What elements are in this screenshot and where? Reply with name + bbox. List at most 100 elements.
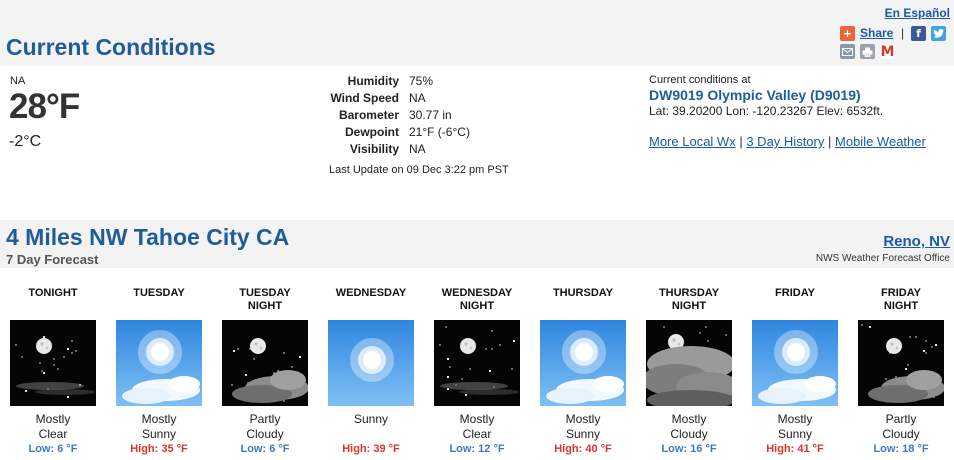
print-icon[interactable] — [860, 44, 875, 59]
period-temp: High: 40 °F — [554, 443, 612, 455]
period-temp: High: 39 °F — [342, 443, 400, 455]
night-partly-cloudy-icon[interactable] — [858, 320, 944, 406]
day-sunny-icon[interactable] — [328, 320, 414, 406]
period-name: THURSDAY NIGHT — [636, 287, 742, 313]
period-short-desc: Mostly Sunny — [106, 412, 212, 442]
night-clear-icon[interactable] — [10, 320, 96, 406]
detail-value: NA — [409, 142, 426, 156]
period-name-line2: NIGHT — [883, 300, 919, 312]
night-clear-icon[interactable] — [434, 320, 520, 406]
period-name: WEDNESDAY — [318, 287, 424, 300]
twitter-icon[interactable] — [931, 26, 946, 41]
period-temp: Low: 16 °F — [661, 443, 717, 455]
period-temp: Low: 6 °F — [240, 443, 290, 455]
detail-label: Visibility — [349, 142, 399, 156]
night-mostly-cloudy-icon[interactable] — [646, 320, 732, 406]
forecast-period: TONIGHT Mostly Clear Low: 6 °F — [0, 282, 106, 460]
local-links: More Local Wx | 3 Day History | Mobile W… — [649, 134, 926, 149]
link-separator: | — [739, 134, 743, 149]
forecast-office-label: NWS Weather Forecast Office — [815, 253, 950, 264]
forecast-period: TUESDAY Mostly Sunny High: 35 °F — [106, 282, 212, 460]
period-short-desc: Mostly Clear — [0, 412, 106, 442]
period-name-line1: TONIGHT — [28, 287, 78, 299]
detail-label: Barometer — [338, 108, 399, 122]
detail-value: NA — [409, 91, 426, 105]
forecast-period: FRIDAY Mostly Sunny High: 41 °F — [742, 282, 848, 460]
period-name-line2: NIGHT — [671, 300, 707, 312]
detail-value: 21°F (-6°C) — [409, 125, 470, 139]
three-day-history-link[interactable]: 3 Day History — [746, 134, 824, 149]
period-name: TONIGHT — [0, 287, 106, 300]
forecast-period: WEDNESDAY NIGHT Mostly Clear Low: 12 °F — [424, 282, 530, 460]
period-desc-line1: Mostly — [671, 412, 707, 426]
share-plus-icon[interactable]: + — [840, 26, 855, 41]
facebook-icon[interactable]: f — [911, 26, 926, 41]
forecast-location-title: 4 Miles NW Tahoe City CA — [6, 224, 290, 250]
detail-value: 75% — [409, 74, 434, 88]
email-icon[interactable] — [840, 44, 855, 59]
period-desc-line1: Partly — [885, 412, 917, 426]
period-temp: Low: 18 °F — [873, 443, 929, 455]
period-short-desc: Mostly Cloudy — [636, 412, 742, 442]
day-mostly-sunny-icon[interactable] — [540, 320, 626, 406]
period-name: TUESDAY NIGHT — [212, 287, 318, 313]
period-desc-line1: Mostly — [777, 412, 813, 426]
period-name-line1: WEDNESDAY — [441, 287, 513, 299]
period-name: TUESDAY — [106, 287, 212, 300]
forecast-period: FRIDAY NIGHT Partly Cloudy Low: 18 °F — [848, 282, 954, 460]
period-name-line1: THURSDAY — [552, 287, 614, 299]
period-desc-line2: Clear — [38, 427, 68, 441]
period-desc-line2: Cloudy — [246, 427, 284, 441]
period-temp: High: 35 °F — [130, 443, 188, 455]
period-desc-line1: Mostly — [459, 412, 495, 426]
period-desc-line1: Mostly — [141, 412, 177, 426]
period-short-desc: Partly Cloudy — [212, 412, 318, 442]
location-header: Current conditions at — [649, 74, 751, 86]
mobile-weather-link[interactable]: Mobile Weather — [835, 134, 926, 149]
period-name-line1: WEDNESDAY — [335, 287, 407, 299]
detail-label: Humidity — [347, 74, 399, 88]
station-latlon: Lat: 39.20200 Lon: -120.23267 Elev: 6532… — [649, 104, 884, 118]
period-temp: High: 41 °F — [766, 443, 824, 455]
period-name-line1: TUESDAY — [239, 287, 291, 299]
period-short-desc: Partly Cloudy — [848, 412, 954, 442]
period-short-desc: Mostly Clear — [424, 412, 530, 442]
share-toolbar: + Share | f M — [840, 26, 952, 60]
period-name-line1: TUESDAY — [133, 287, 185, 299]
forecast-subtitle: 7 Day Forecast — [6, 252, 99, 267]
station-name: DW9019 Olympic Valley (D9019) — [649, 87, 861, 103]
period-name-line1: FRIDAY — [775, 287, 815, 299]
night-partly-cloudy-icon[interactable] — [222, 320, 308, 406]
period-name: FRIDAY — [742, 287, 848, 300]
last-update: Last Update on 09 Dec 3:22 pm PST — [329, 164, 509, 176]
period-desc-line2: Sunny — [565, 427, 601, 441]
period-temp: Low: 6 °F — [28, 443, 78, 455]
day-mostly-sunny-icon[interactable] — [116, 320, 202, 406]
period-short-desc: Sunny — [318, 412, 424, 427]
period-short-desc: Mostly Sunny — [742, 412, 848, 442]
period-name-line1: FRIDAY — [881, 287, 921, 299]
forecast-period: THURSDAY Mostly Sunny High: 40 °F — [530, 282, 636, 460]
forecast-office-link[interactable]: Reno, NV — [883, 233, 950, 250]
day-mostly-sunny-icon[interactable] — [752, 320, 838, 406]
period-desc-line1: Mostly — [35, 412, 71, 426]
period-desc-line2: Clear — [462, 427, 492, 441]
detail-value: 30.77 in — [409, 108, 452, 122]
share-link[interactable]: Share — [860, 26, 893, 40]
espanol-link[interactable]: En Español — [885, 6, 950, 20]
forecast-period: TUESDAY NIGHT Partly Cloudy Low: 6 °F — [212, 282, 318, 460]
period-desc-line1: Mostly — [565, 412, 601, 426]
gmail-icon[interactable]: M — [880, 44, 895, 59]
period-desc-line1: Sunny — [353, 412, 389, 426]
period-desc-line2: Cloudy — [882, 427, 920, 441]
current-conditions-title: Current Conditions — [6, 34, 216, 60]
period-name: FRIDAY NIGHT — [848, 287, 954, 313]
period-name-line2: NIGHT — [247, 300, 283, 312]
period-desc-line2: Sunny — [777, 427, 813, 441]
more-local-wx-link[interactable]: More Local Wx — [649, 134, 736, 149]
period-name-line2: NIGHT — [459, 300, 495, 312]
share-separator: | — [901, 26, 905, 40]
forecast-period: WEDNESDAY Sunny High: 39 °F — [318, 282, 424, 460]
period-name: THURSDAY — [530, 287, 636, 300]
detail-label: Wind Speed — [330, 91, 399, 105]
